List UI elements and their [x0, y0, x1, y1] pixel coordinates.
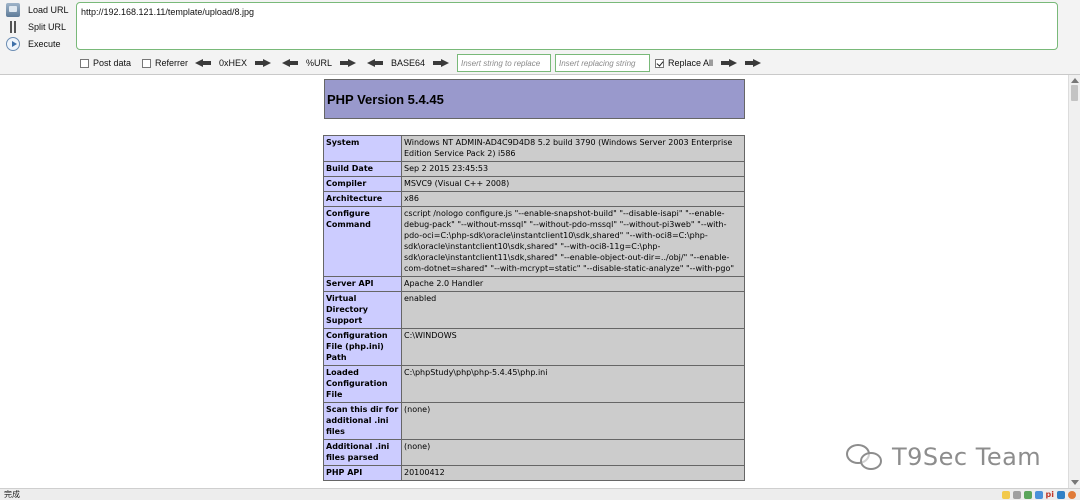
- php-version-title: PHP Version 5.4.45: [327, 91, 444, 107]
- hex-label: 0xHEX: [219, 58, 248, 68]
- php-info-key: Compiler: [323, 176, 402, 192]
- php-info-row: System Windows NT ADMIN-AD4C9D4D8 5.2 bui…: [323, 135, 745, 162]
- php-info-row: PHP API 20100412: [323, 465, 745, 481]
- php-info-key: Build Date: [323, 161, 402, 177]
- hackbar-options: Post data Referrer 0xHEX %URL BASE64 Rep…: [80, 54, 1080, 72]
- php-info-table: System Windows NT ADMIN-AD4C9D4D8 5.2 bui…: [323, 135, 745, 481]
- replace-all-checkbox[interactable]: [655, 58, 664, 68]
- php-info-row: Loaded Configuration File C:\phpStudy\php…: [323, 365, 745, 403]
- tray-network-icon[interactable]: [1034, 490, 1043, 499]
- php-info-key: Architecture: [323, 191, 402, 207]
- php-info-row: Virtual Directory Support enabled: [323, 291, 745, 329]
- wechat-logo-icon: [846, 442, 884, 472]
- tray-addon-icon[interactable]: [1001, 490, 1010, 499]
- watermark: T9Sec Team: [846, 440, 1041, 474]
- scroll-down-icon[interactable]: [1071, 480, 1079, 485]
- replace-all-control: Replace All: [655, 54, 762, 72]
- php-info-key: Loaded Configuration File: [323, 365, 402, 403]
- php-version-header: PHP Version 5.4.45: [324, 79, 745, 119]
- php-info-value: x86: [401, 191, 745, 207]
- replace-all-arrow-icon[interactable]: [721, 59, 738, 67]
- url-decode-arrow-icon[interactable]: [282, 59, 298, 67]
- php-info-row: Scan this dir for additional .ini files(…: [323, 402, 745, 440]
- tray-status-icon[interactable]: [1023, 490, 1032, 499]
- php-info-key: Scan this dir for additional .ini files: [323, 402, 402, 440]
- url-encode-label: %URL: [306, 58, 333, 68]
- scroll-thumb[interactable]: [1071, 85, 1078, 101]
- hex-encoder: 0xHEX: [195, 54, 272, 72]
- page-viewport: PHP Version 5.4.45 System Windows NT ADMI…: [0, 75, 1068, 488]
- url-encoder: %URL: [282, 54, 357, 72]
- replace-all-label[interactable]: Replace All: [668, 58, 713, 68]
- php-info-row: Build Date Sep 2 2015 23:45:53: [323, 161, 745, 177]
- php-info-value: (none): [401, 402, 745, 440]
- php-info-value: MSVC9 (Visual C++ 2008): [401, 176, 745, 192]
- php-info-row: Architecture x86: [323, 191, 745, 207]
- split-url-icon: [6, 20, 20, 34]
- php-info-key: Server API: [323, 276, 402, 292]
- php-info-value: C:\WINDOWS: [401, 328, 745, 366]
- php-info-value: Windows NT ADMIN-AD4C9D4D8 5.2 build 379…: [401, 135, 745, 162]
- status-text: 完成: [4, 490, 20, 499]
- php-info-row: Server API Apache 2.0 Handler: [323, 276, 745, 292]
- load-url-label: Load URL: [28, 5, 69, 15]
- replacing-string-input[interactable]: [555, 54, 650, 72]
- php-info-row: Configure Command cscript /nologo configu…: [323, 206, 745, 277]
- execute-icon: [6, 37, 20, 51]
- php-info-row: Compiler MSVC9 (Visual C++ 2008): [323, 176, 745, 192]
- php-info-key: PHP API: [323, 465, 402, 481]
- referrer-checkbox[interactable]: [142, 58, 151, 68]
- url-encode-arrow-icon[interactable]: [340, 59, 357, 67]
- php-info-key: Configure Command: [323, 206, 402, 277]
- status-bar: 完成 pi: [0, 488, 1080, 500]
- base64-decode-arrow-icon[interactable]: [367, 59, 383, 67]
- hex-encode-arrow-icon[interactable]: [255, 59, 272, 67]
- load-url-icon: [6, 3, 20, 17]
- post-data-label: Post data: [93, 58, 132, 68]
- status-tray: pi: [1001, 490, 1076, 499]
- hex-decode-arrow-icon[interactable]: [195, 59, 211, 67]
- tray-download-icon[interactable]: [1057, 490, 1065, 499]
- php-info-key: Configuration File (php.ini) Path: [323, 328, 402, 366]
- php-info-value: C:\phpStudy\php\php-5.4.45\php.ini: [401, 365, 745, 403]
- php-info-key: System: [323, 135, 402, 162]
- execute-button[interactable]: Execute: [6, 36, 61, 52]
- php-info-value: Sep 2 2015 23:45:53: [401, 161, 745, 177]
- post-data-toggle[interactable]: Post data: [80, 54, 131, 72]
- tray-settings-icon[interactable]: [1012, 490, 1021, 499]
- base64-encoder: BASE64: [367, 54, 450, 72]
- execute-label: Execute: [28, 39, 61, 49]
- referrer-label: Referrer: [155, 58, 189, 68]
- hackbar-toolbar: Load URL Split URL Execute Post data Ref…: [0, 0, 1080, 75]
- php-info-row: Configuration File (php.ini) Path C:\WIND…: [323, 328, 745, 366]
- tray-firefox-icon[interactable]: [1068, 490, 1076, 499]
- php-info-value: enabled: [401, 291, 745, 329]
- vertical-scrollbar[interactable]: [1068, 75, 1080, 488]
- php-info-key: Additional .ini files parsed: [323, 439, 402, 466]
- base64-encode-arrow-icon[interactable]: [433, 59, 450, 67]
- php-info-key: Virtual Directory Support: [323, 291, 402, 329]
- php-info-value: cscript /nologo configure.js "--enable-s…: [401, 206, 745, 277]
- watermark-text: T9Sec Team: [892, 443, 1042, 471]
- replace-all-reverse-arrow-icon[interactable]: [745, 59, 762, 67]
- base64-label: BASE64: [391, 58, 426, 68]
- php-info-value: Apache 2.0 Handler: [401, 276, 745, 292]
- php-info-row: Additional .ini files parsed (none): [323, 439, 745, 466]
- php-info-value: (none): [401, 439, 745, 466]
- url-input[interactable]: [76, 2, 1058, 50]
- referrer-toggle[interactable]: Referrer: [142, 54, 188, 72]
- post-data-checkbox[interactable]: [80, 58, 89, 68]
- scroll-up-icon[interactable]: [1071, 78, 1079, 83]
- split-url-button[interactable]: Split URL: [6, 19, 66, 35]
- tray-pi-icon[interactable]: pi: [1046, 490, 1054, 499]
- php-info-value: 20100412: [401, 465, 745, 481]
- split-url-label: Split URL: [28, 22, 67, 32]
- replace-string-input[interactable]: [457, 54, 551, 72]
- load-url-button[interactable]: Load URL: [6, 2, 69, 18]
